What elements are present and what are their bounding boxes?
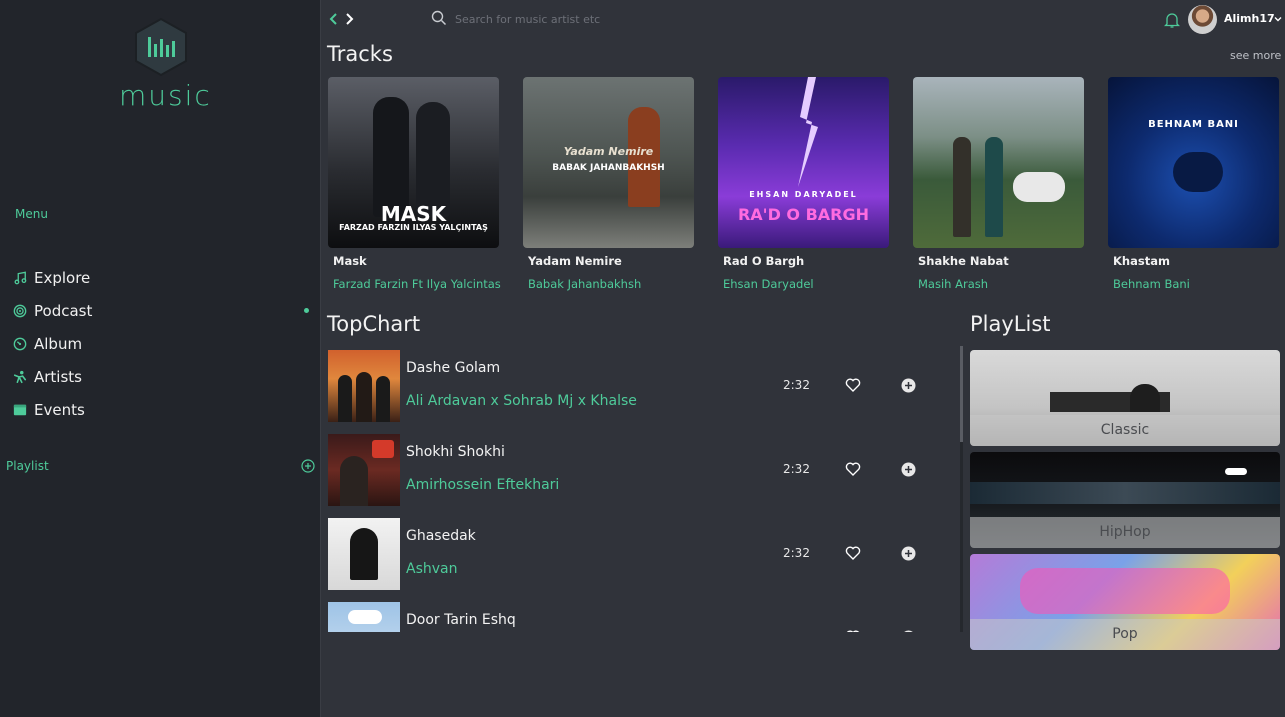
logo-hexagon-icon <box>135 17 187 77</box>
playlist-card-pop[interactable]: Pop <box>970 554 1280 650</box>
sidebar-item-podcast[interactable]: Podcast <box>12 294 312 327</box>
track-cover <box>913 77 1084 248</box>
track-name: Shakhe Nabat <box>918 254 1009 268</box>
calendar-icon <box>12 402 28 418</box>
track-artist[interactable]: Behnam Bani <box>1113 277 1280 291</box>
track-card[interactable]: MASK FARZAD FARZIN ILYAS YALÇINTAŞ Mask … <box>328 77 501 291</box>
chevron-down-icon[interactable] <box>1273 14 1283 24</box>
sidebar-item-album[interactable]: Album <box>12 327 312 360</box>
chart-song-duration: 2:32 <box>783 462 810 476</box>
artist-icon <box>12 369 28 385</box>
playlist-card-classic[interactable]: Classic <box>970 350 1280 446</box>
playlist-card-label: HipHop <box>970 517 1280 548</box>
chart-thumbnail <box>328 434 400 506</box>
chart-song-duration: 2:32 <box>783 546 810 560</box>
chart-thumbnail <box>328 350 400 422</box>
sidebar-item-label: Artists <box>34 367 82 386</box>
see-more-link[interactable]: see more <box>1230 49 1281 62</box>
sidebar-item-artists[interactable]: Artists <box>12 360 312 393</box>
music-note-icon <box>12 270 28 286</box>
cover-title: BEHNAM BANI <box>1148 119 1239 130</box>
heart-icon[interactable] <box>845 461 861 477</box>
chart-row[interactable]: Ghasedak Ashvan 2:32 <box>327 518 960 590</box>
track-cover: Yadam Nemire BABAK JAHANBAKHSH <box>523 77 694 248</box>
add-playlist-icon[interactable] <box>301 459 315 473</box>
username[interactable]: Alimh17 <box>1224 12 1275 25</box>
chart-song-title: Shokhi Shokhi <box>406 444 505 460</box>
app-logo[interactable]: music <box>119 17 212 112</box>
podcast-icon <box>12 303 28 319</box>
back-arrow-icon[interactable] <box>326 10 342 28</box>
chart-song-artist[interactable]: Amirhossein Eftekhari <box>406 477 559 493</box>
playlist-section-label: Playlist <box>6 459 49 473</box>
track-name: Rad O Bargh <box>723 254 805 268</box>
add-circle-icon[interactable] <box>901 546 916 561</box>
chart-song-artist[interactable]: Ali Ardavan x Sohrab Mj x Khalse <box>406 393 637 409</box>
sidebar-item-label: Podcast <box>34 301 93 320</box>
topchart-title: TopChart <box>327 312 421 336</box>
cover-subtitle: EHSAN DARYADEL <box>749 190 858 199</box>
album-icon <box>12 336 28 352</box>
forward-arrow-icon[interactable] <box>341 10 357 28</box>
sidebar-item-label: Events <box>34 400 85 419</box>
playlist-title: PlayList <box>970 312 1051 336</box>
cover-subtitle: Yadam Nemire <box>563 145 654 158</box>
cover-title: RA'D O BARGH <box>737 205 870 224</box>
bell-icon[interactable] <box>1164 11 1180 29</box>
track-card[interactable]: Yadam Nemire BABAK JAHANBAKHSH Yadam Nem… <box>523 77 695 291</box>
sidebar-item-label: Album <box>34 334 83 353</box>
user-avatar[interactable] <box>1188 5 1217 34</box>
track-cover: MASK FARZAD FARZIN ILYAS YALÇINTAŞ <box>328 77 499 248</box>
heart-icon[interactable] <box>845 545 861 561</box>
add-circle-icon[interactable] <box>901 630 916 632</box>
chart-song-title: Ghasedak <box>406 528 476 544</box>
chart-thumbnail <box>328 518 400 590</box>
logo-text: music <box>119 79 212 112</box>
sidebar: music Menu Explore Podcast Album Artists… <box>0 0 321 717</box>
chart-row[interactable]: Shokhi Shokhi Amirhossein Eftekhari 2:32 <box>327 434 960 506</box>
search-icon <box>431 10 447 26</box>
track-artist[interactable]: Masih Arash <box>918 277 1085 291</box>
track-cover: BEHNAM BANI <box>1108 77 1279 248</box>
chart-song-title: Dashe Golam <box>406 360 501 376</box>
chart-row[interactable]: Dashe Golam Ali Ardavan x Sohrab Mj x Kh… <box>327 350 960 422</box>
top-bar: Alimh17 <box>321 0 1285 38</box>
notification-dot <box>304 308 309 313</box>
sidebar-item-events[interactable]: Events <box>12 393 312 426</box>
playlist-card-label: Classic <box>970 415 1280 446</box>
scrollbar-thumb[interactable] <box>960 346 963 442</box>
track-artist[interactable]: Ehsan Daryadel <box>723 277 890 291</box>
chart-song-duration: 2:32 <box>783 378 810 392</box>
track-artist[interactable]: Farzad Farzin Ft Ilya Yalcintas <box>333 277 501 291</box>
heart-icon[interactable] <box>845 377 861 393</box>
topchart-scrollbar[interactable] <box>960 346 963 632</box>
track-artist[interactable]: Babak Jahanbakhsh <box>528 277 695 291</box>
track-cover: EHSAN DARYADEL RA'D O BARGH <box>718 77 889 248</box>
chart-row[interactable]: Door Tarin Eshq <box>327 602 960 632</box>
cover-subtitle: FARZAD FARZIN ILYAS YALÇINTAŞ <box>339 223 488 232</box>
chart-thumbnail <box>328 602 400 632</box>
track-card[interactable]: EHSAN DARYADEL RA'D O BARGH Rad O Bargh … <box>718 77 890 291</box>
track-name: Mask <box>333 254 367 268</box>
track-name: Khastam <box>1113 254 1170 268</box>
menu-label: Menu <box>15 207 48 221</box>
cover-title: BABAK JAHANBAKHSH <box>552 163 665 173</box>
search-input[interactable] <box>455 9 755 29</box>
add-circle-icon[interactable] <box>901 462 916 477</box>
track-card[interactable]: Shakhe Nabat Masih Arash <box>913 77 1085 291</box>
chart-song-title: Door Tarin Eshq <box>406 612 516 628</box>
topchart-list: Dashe Golam Ali Ardavan x Sohrab Mj x Kh… <box>327 350 960 632</box>
tracks-title: Tracks <box>327 42 393 66</box>
chart-song-artist[interactable]: Ashvan <box>406 561 457 577</box>
sidebar-nav: Explore Podcast Album Artists Events <box>12 261 312 426</box>
playlist-card-hiphop[interactable]: HipHop <box>970 452 1280 548</box>
sidebar-item-label: Explore <box>34 268 91 287</box>
track-name: Yadam Nemire <box>528 254 622 268</box>
playlist-card-label: Pop <box>970 619 1280 650</box>
add-circle-icon[interactable] <box>901 378 916 393</box>
track-card[interactable]: BEHNAM BANI Khastam Behnam Bani <box>1108 77 1280 291</box>
sidebar-item-explore[interactable]: Explore <box>12 261 312 294</box>
heart-icon[interactable] <box>845 629 861 632</box>
